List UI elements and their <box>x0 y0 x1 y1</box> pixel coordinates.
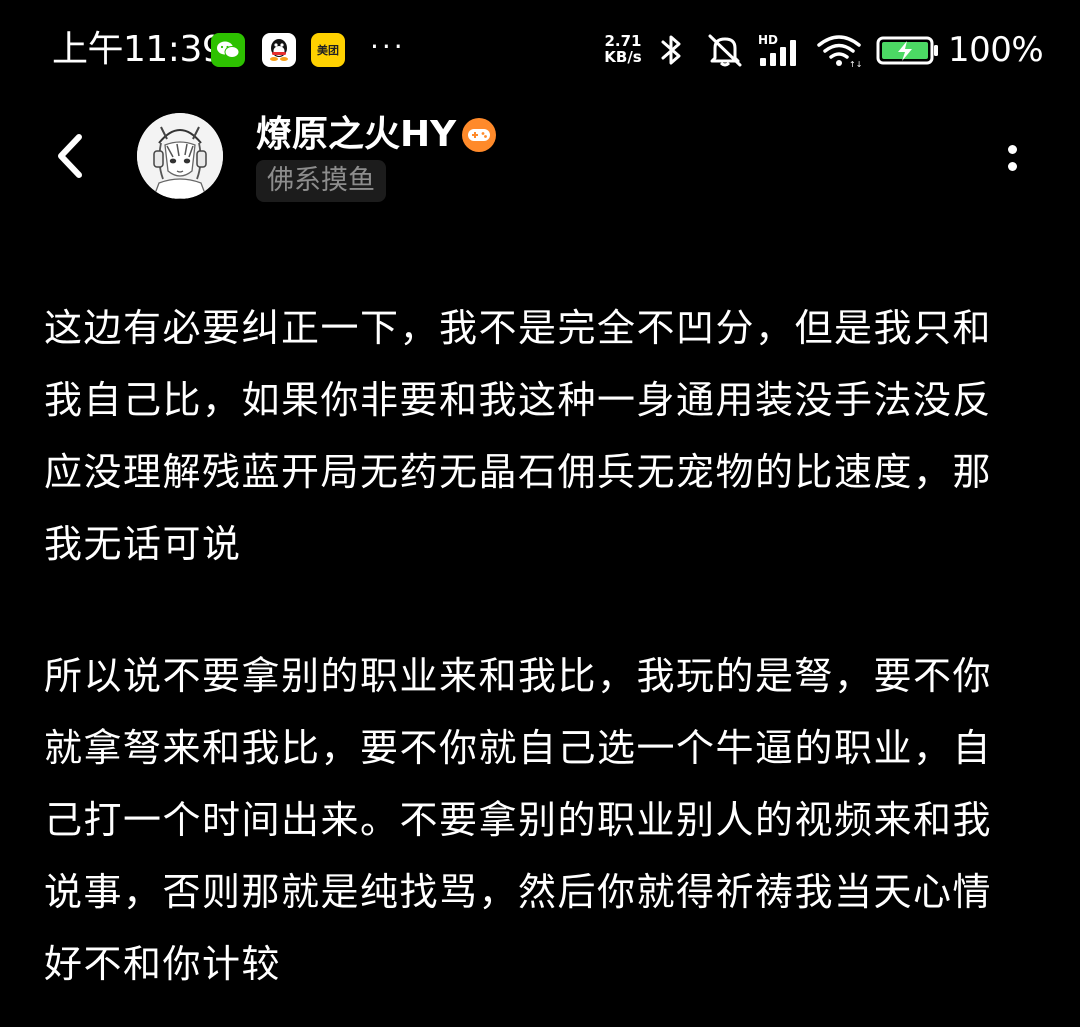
net-speed: 2.71 KB/s <box>598 33 648 65</box>
username[interactable]: 燎原之火HY <box>256 113 456 157</box>
username-row[interactable]: 燎原之火HY <box>256 112 497 158</box>
post-paragraph: 这边有必要纠正一下，我不是完全不凹分，但是我只和我自己比，如果你非要和我这种一身… <box>44 306 993 566</box>
meituan-label: 美团 <box>317 44 339 57</box>
bluetooth-icon <box>661 35 681 65</box>
signal-hd-label: HD <box>758 33 778 47</box>
status-bar: 上午11:39 美团 ··· 2.71 KB/s HD ↑↓ 100% <box>0 0 1080 100</box>
vertical-dots-icon <box>1007 145 1017 154</box>
avatar[interactable] <box>137 113 223 199</box>
back-button[interactable] <box>44 124 96 188</box>
gamepad-badge-icon <box>462 118 497 152</box>
post-paragraph: 所以说不要拿别的职业来和我比，我玩的是弩，要不你就拿弩来和我比，要不你就自己选一… <box>44 654 993 986</box>
signal-icon: HD <box>758 33 796 66</box>
user-tag: 佛系摸鱼 <box>256 160 386 202</box>
svg-text:↑↓: ↑↓ <box>849 60 862 68</box>
battery-charging-icon <box>876 36 938 65</box>
net-speed-unit: KB/s <box>604 48 642 66</box>
meituan-icon: 美团 <box>311 33 345 67</box>
avatar-illustration-icon <box>137 113 223 199</box>
mute-bell-icon <box>708 34 742 67</box>
wechat-icon <box>211 33 245 67</box>
wifi-icon: ↑↓ <box>817 35 862 68</box>
battery-percent: 100% <box>948 30 1044 70</box>
qq-icon <box>262 33 296 67</box>
chevron-left-icon <box>58 134 82 178</box>
more-options-button[interactable] <box>990 130 1034 186</box>
post-body: 这边有必要纠正一下，我不是完全不凹分，但是我只和我自己比，如果你非要和我这种一身… <box>44 292 1004 1000</box>
status-more-indicator: ··· <box>370 30 406 63</box>
status-time: 上午11:39 <box>52 29 225 70</box>
net-speed-value: 2.71 <box>604 32 642 50</box>
